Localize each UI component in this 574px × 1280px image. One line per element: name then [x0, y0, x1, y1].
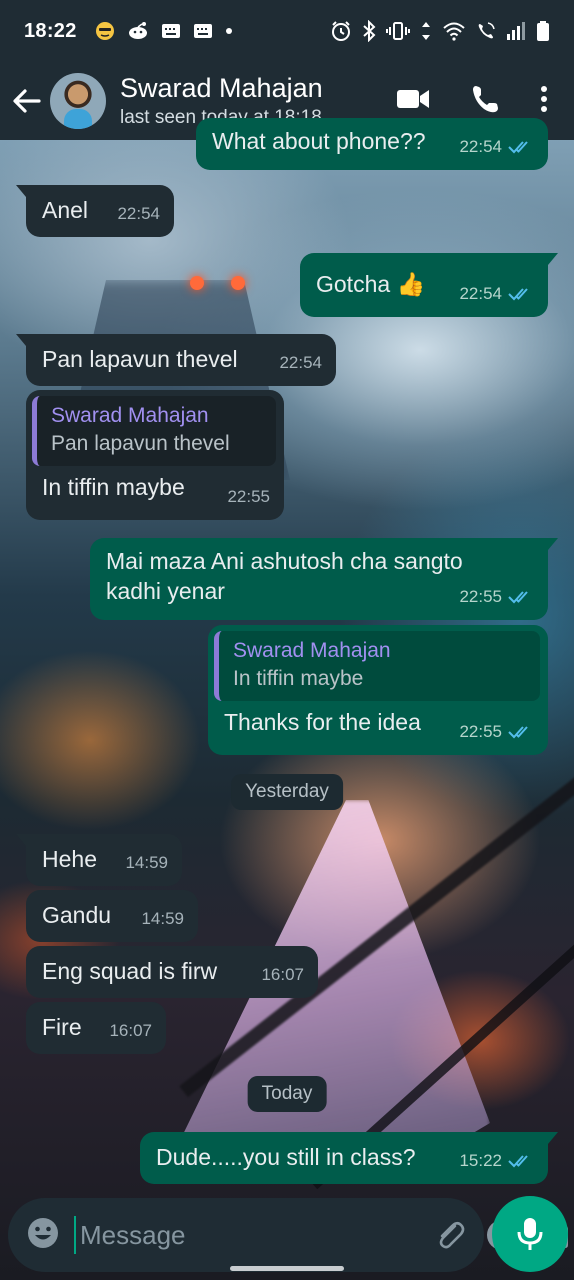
paperclip-icon — [439, 1221, 465, 1249]
microphone-icon — [517, 1218, 543, 1250]
message-time: 22:54 — [459, 137, 502, 156]
alarm-icon — [330, 20, 352, 42]
message-text: Eng squad is firw — [42, 958, 218, 984]
message-outgoing[interactable]: What about phone?? 22:54 — [196, 118, 548, 170]
emoji-notification-icon — [95, 20, 115, 42]
back-arrow-icon — [13, 89, 41, 113]
message-text: Pan lapavun thevel — [42, 346, 238, 372]
message-text: Gandu — [42, 902, 112, 928]
quoted-sender: Swarad Mahajan — [51, 404, 209, 427]
battery-icon — [536, 20, 550, 42]
message-meta: 22:55 — [227, 482, 270, 512]
bluetooth-icon — [362, 20, 376, 42]
message-list: What about phone?? 22:54 Anel 22:54 Gotc… — [0, 118, 574, 1200]
message-time: 22:54 — [117, 204, 160, 223]
message-time: 22:54 — [459, 284, 502, 303]
read-ticks-icon — [508, 726, 528, 739]
message-incoming-reply[interactable]: Swarad Mahajan Pan lapavun thevel In tif… — [26, 390, 284, 520]
status-time: 18:22 — [24, 19, 77, 42]
voice-call-button[interactable] — [470, 84, 500, 119]
emoji-icon — [28, 1217, 58, 1248]
quoted-message[interactable]: Swarad Mahajan Pan lapavun thevel — [32, 396, 276, 466]
read-ticks-icon — [508, 591, 528, 604]
message-meta: 14:59 — [141, 904, 184, 934]
message-text: In tiffin maybe — [42, 474, 185, 500]
message-text: Fire — [42, 1014, 82, 1040]
keyboard-notification-icon — [193, 20, 213, 42]
message-outgoing[interactable]: Mai maza Ani ashutosh cha sangto kadhi y… — [90, 538, 558, 620]
wifi-icon — [442, 20, 466, 42]
system-icons — [330, 20, 550, 42]
message-text: Anel — [42, 197, 89, 223]
quoted-text: Pan lapavun thevel — [51, 432, 230, 455]
avatar[interactable] — [50, 73, 106, 129]
back-button[interactable] — [4, 71, 48, 131]
message-incoming[interactable]: Eng squad is firw 16:07 — [26, 946, 318, 998]
reddit-icon — [127, 20, 149, 42]
read-ticks-icon — [508, 288, 528, 301]
data-arrows-icon — [420, 20, 432, 42]
message-input[interactable] — [74, 1216, 415, 1254]
message-incoming[interactable]: Anel 22:54 — [16, 185, 174, 237]
message-meta: 22:55 — [459, 717, 534, 747]
message-text: Thanks for the idea — [224, 709, 421, 735]
message-incoming[interactable]: Pan lapavun thevel 22:54 — [16, 334, 336, 386]
message-composer — [8, 1198, 568, 1272]
keyboard-notification-icon — [161, 20, 181, 42]
message-incoming[interactable]: Hehe 14:59 — [16, 834, 182, 886]
message-outgoing-reply[interactable]: Swarad Mahajan In tiffin maybe Thanks fo… — [208, 625, 548, 755]
message-incoming[interactable]: Gandu 14:59 — [26, 890, 198, 942]
read-ticks-icon — [508, 141, 528, 154]
gesture-navigation-bar[interactable] — [230, 1266, 344, 1271]
message-time: 22:55 — [459, 587, 502, 606]
message-meta: 22:54 — [279, 348, 322, 378]
message-meta: 16:07 — [109, 1016, 152, 1046]
quoted-text: In tiffin maybe — [233, 667, 364, 690]
message-text: What about phone?? — [212, 128, 426, 154]
message-meta: 22:54 — [459, 132, 534, 162]
date-divider: Yesterday — [231, 774, 343, 810]
message-time: 22:54 — [279, 353, 322, 372]
message-time: 22:55 — [459, 722, 502, 741]
message-time: 16:07 — [109, 1021, 152, 1040]
attach-button[interactable] — [433, 1215, 467, 1255]
message-incoming[interactable]: Fire 16:07 — [26, 1002, 166, 1054]
message-meta: 14:59 — [125, 848, 168, 878]
header-actions — [396, 84, 548, 119]
read-ticks-icon — [508, 1155, 528, 1168]
contact-name: Swarad Mahajan — [120, 73, 323, 103]
message-text: Hehe — [42, 846, 97, 872]
video-camera-icon — [397, 89, 429, 108]
emoji-button[interactable] — [26, 1216, 60, 1255]
video-call-button[interactable] — [396, 87, 430, 116]
more-options-button[interactable] — [540, 85, 548, 118]
message-text: Mai maza Ani ashutosh cha sangto kadhi y… — [106, 548, 463, 604]
message-time: 16:07 — [261, 965, 304, 984]
message-time: 15:22 — [459, 1151, 502, 1170]
message-meta: 16:07 — [261, 960, 304, 990]
quoted-message[interactable]: Swarad Mahajan In tiffin maybe — [214, 631, 540, 701]
phone-icon — [473, 85, 498, 112]
quoted-sender: Swarad Mahajan — [233, 639, 391, 662]
notification-icons — [95, 20, 233, 42]
message-meta: 22:54 — [459, 279, 534, 309]
signal-icon — [506, 20, 526, 42]
date-divider: Today — [247, 1076, 327, 1112]
voice-record-button[interactable] — [492, 1196, 568, 1272]
vibrate-icon — [386, 20, 410, 42]
more-vertical-icon — [541, 85, 547, 112]
wifi-calling-icon — [476, 20, 496, 42]
message-outgoing[interactable]: Gotcha 👍 22:54 — [300, 253, 558, 317]
message-time: 14:59 — [125, 853, 168, 872]
message-meta: 22:54 — [117, 199, 160, 229]
message-time: 14:59 — [141, 909, 184, 928]
message-text: Gotcha 👍 — [316, 271, 426, 297]
message-time: 22:55 — [227, 487, 270, 506]
message-outgoing[interactable]: Dude.....you still in class? 15:22 — [140, 1132, 558, 1184]
dot-icon — [225, 20, 233, 42]
message-meta: 22:55 — [459, 582, 534, 612]
message-meta: 15:22 — [459, 1146, 534, 1176]
message-text: Dude.....you still in class? — [156, 1144, 416, 1170]
status-bar: 18:22 — [0, 0, 574, 62]
